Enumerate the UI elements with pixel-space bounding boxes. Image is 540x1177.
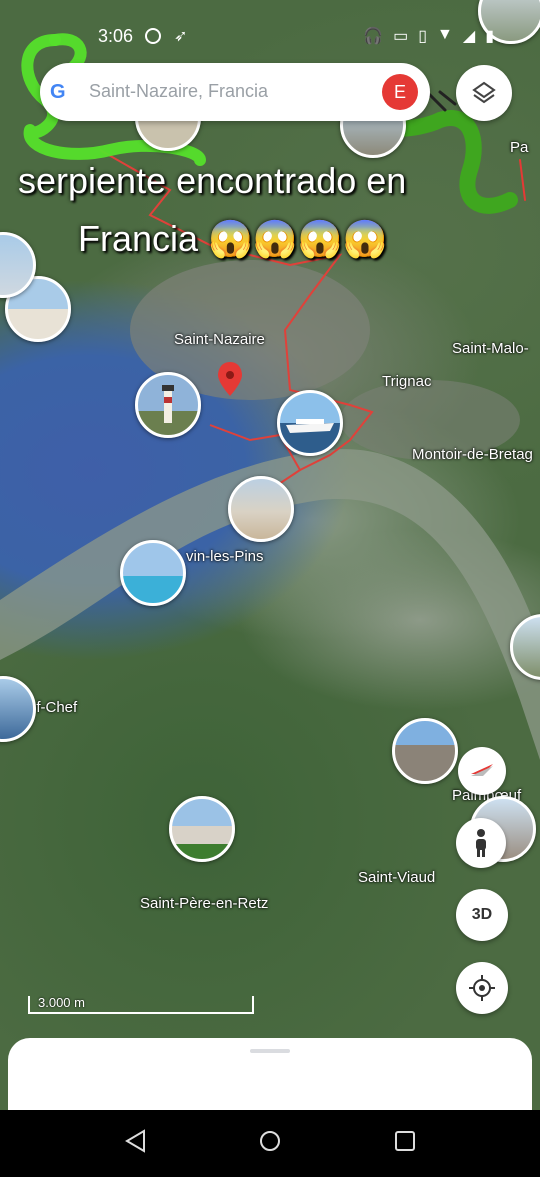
place-label-montoir[interactable]: Montoir-de-Bretag (412, 446, 533, 463)
map-scale: 3.000 m (28, 995, 254, 1014)
status-bar: 3:06 ➶ 🎧 ▭ ▯ ▼ ◢ ▮ (0, 22, 540, 52)
place-label-saint-nazaire[interactable]: Saint-Nazaire (174, 331, 265, 348)
layers-button[interactable] (456, 65, 512, 121)
status-time: 3:06 (98, 26, 134, 46)
photo-marker-church[interactable] (392, 718, 458, 784)
3d-button[interactable]: 3D (456, 889, 508, 941)
status-icons: 🎧 ▭ ▯ ▼ ◢ ▮ (363, 26, 494, 46)
photo-marker-pool[interactable] (120, 540, 186, 606)
cast-icon: ▭ (393, 28, 409, 45)
record-icon (145, 28, 161, 44)
sheet-drag-handle[interactable] (250, 1049, 290, 1053)
place-label-saint-malo[interactable]: Saint-Malo- (452, 340, 529, 357)
layers-icon (472, 81, 496, 104)
scale-label: 3.000 m (38, 995, 85, 1010)
ship-icon (286, 419, 334, 433)
search-input[interactable]: Saint-Nazaire, Francia (89, 81, 268, 102)
place-label-saint-viaud[interactable]: Saint-Viaud (358, 869, 435, 886)
photo-marker-lighthouse[interactable] (135, 372, 201, 438)
place-label-pornichet[interactable]: vin-les-Pins (186, 548, 264, 565)
back-icon[interactable] (125, 1129, 145, 1153)
system-nav-bar (0, 1110, 540, 1172)
home-icon[interactable] (260, 1131, 280, 1151)
street-view-button[interactable] (456, 818, 506, 868)
compass-button[interactable] (458, 747, 506, 795)
lighthouse-icon (162, 385, 174, 423)
pegman-icon (476, 829, 486, 857)
my-location-button[interactable] (456, 962, 508, 1014)
place-label-partial[interactable]: Pa (510, 139, 528, 156)
recents-icon[interactable] (395, 1131, 415, 1151)
vibrate-icon: ▯ (418, 28, 428, 45)
account-avatar[interactable]: E (382, 74, 418, 110)
photo-marker-beach[interactable] (228, 476, 294, 542)
3d-label: 3D (471, 906, 493, 923)
bottom-sheet[interactable] (8, 1038, 532, 1118)
place-label-trignac[interactable]: Trignac (382, 373, 431, 390)
photo-marker-chateau[interactable] (169, 796, 235, 862)
photo-marker-ship[interactable] (277, 390, 343, 456)
battery-icon: ▮ (485, 28, 494, 45)
wifi-icon: ▼ (437, 26, 453, 43)
rocket-icon: ➶ (174, 28, 188, 45)
google-icon: G (50, 81, 66, 103)
nav-buttons (125, 1129, 415, 1153)
crosshair-icon (469, 975, 495, 1001)
headphones-icon: 🎧 (363, 28, 384, 45)
search-bar[interactable]: G Saint-Nazaire, Francia E (40, 63, 430, 121)
compass-icon (471, 764, 493, 776)
place-label-saint-pere[interactable]: Saint-Père-en-Retz (140, 895, 268, 912)
signal-icon: ◢ (462, 28, 476, 45)
caption-line-1: serpiente encontrado en (18, 160, 407, 201)
caption-line-2: Francia 😱😱😱😱 (78, 218, 388, 259)
